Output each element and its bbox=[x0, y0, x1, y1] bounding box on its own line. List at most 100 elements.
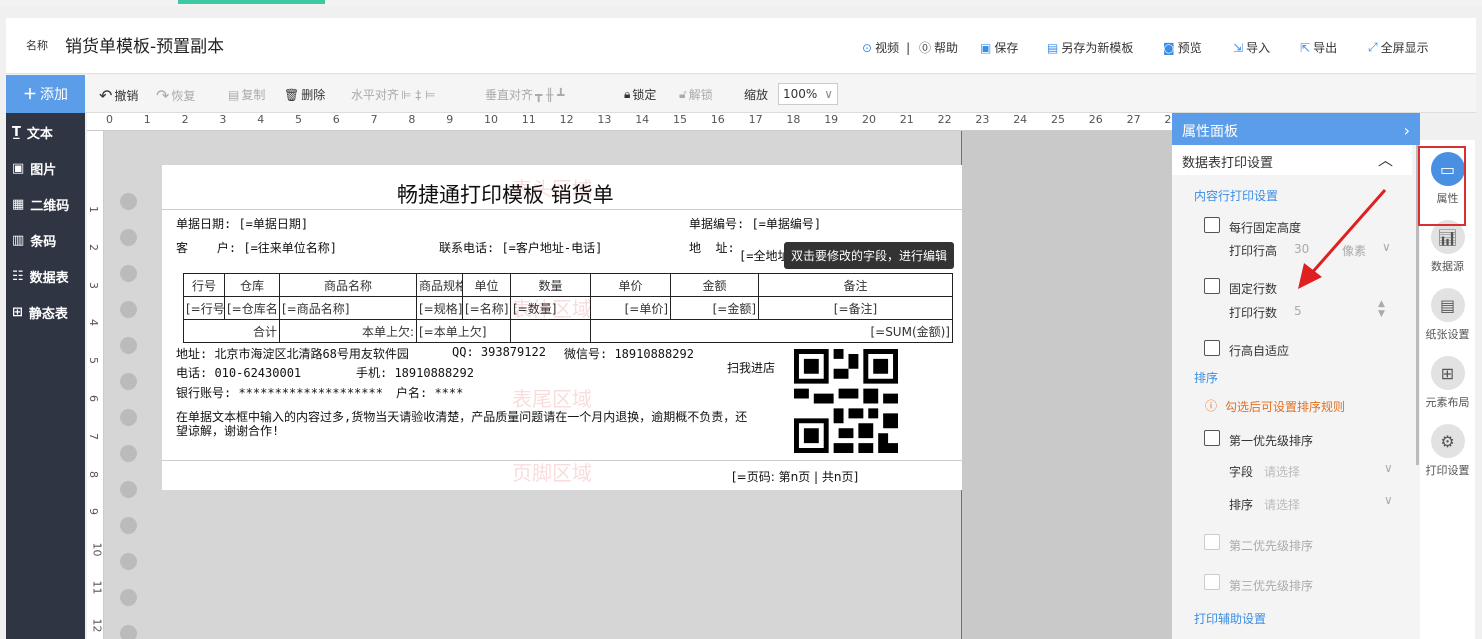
cell[interactable]: 合计 bbox=[183, 319, 280, 343]
cell[interactable]: [=金额] bbox=[670, 296, 759, 320]
label: 固定行数 bbox=[1229, 282, 1278, 296]
fixed-rows-checkbox[interactable] bbox=[1204, 278, 1220, 294]
cell[interactable]: 本单上欠: bbox=[279, 319, 417, 343]
header-cell[interactable]: 仓库 bbox=[224, 273, 280, 297]
rows-input[interactable]: 5 bbox=[1294, 304, 1302, 318]
qrcode-image[interactable] bbox=[794, 349, 898, 453]
section-header[interactable]: 数据表打印设置 ︿ bbox=[1172, 145, 1412, 175]
doc-date-field[interactable]: 单据日期: [=单据日期] bbox=[176, 215, 308, 232]
cell[interactable]: [=行号] bbox=[183, 296, 225, 320]
field-select[interactable]: 请选择 bbox=[1264, 463, 1300, 480]
header-cell[interactable]: 单价 bbox=[590, 273, 671, 297]
sidebar-item-text[interactable]: T̲ 文本 bbox=[12, 123, 53, 142]
unlock-button[interactable]: 🔓︎ 解锁 bbox=[679, 86, 713, 103]
cell[interactable]: [=数量] bbox=[510, 296, 591, 320]
active-tab-indicator[interactable] bbox=[178, 0, 325, 4]
cell[interactable]: [=商品名称] bbox=[279, 296, 417, 320]
export-button[interactable]: ⇱ 导出 bbox=[1300, 39, 1337, 56]
doc-title[interactable]: 畅捷通打印模板 销货单 bbox=[397, 179, 614, 209]
customer-field[interactable]: 客 户: [=往来单位名称] bbox=[176, 239, 337, 256]
header-cell[interactable]: 金额 bbox=[670, 273, 759, 297]
import-button[interactable]: ⇲ 导入 bbox=[1233, 39, 1270, 56]
video-button[interactable]: ⊙ 视频 | bbox=[862, 39, 910, 56]
print-page[interactable]: 表头区域 表体区域 表尾区域 页脚区域 畅捷通打印模板 销货单 单据日期: [=… bbox=[162, 165, 962, 490]
fixed-height-checkbox[interactable] bbox=[1204, 217, 1220, 233]
cell[interactable]: [=本单上欠] bbox=[416, 319, 511, 343]
page-number-field[interactable]: [=页码: 第n页 | 共n页] bbox=[732, 468, 858, 485]
phone-text[interactable]: 电话: 010-62430001 bbox=[176, 364, 301, 381]
wechat-text[interactable]: 微信号: 18910888292 bbox=[564, 345, 694, 362]
sidebar-item-qrcode[interactable]: ▦ 二维码 bbox=[12, 195, 69, 214]
tab-paper[interactable]: ▤ 纸张设置 bbox=[1420, 288, 1475, 342]
design-canvas[interactable]: 表头区域 表体区域 表尾区域 页脚区域 畅捷通打印模板 销货单 单据日期: [=… bbox=[104, 131, 1172, 639]
cell[interactable] bbox=[510, 319, 591, 343]
horizontal-align[interactable]: 水平对齐 ⊫ ‡ ⊨ bbox=[351, 86, 436, 103]
header-cell[interactable]: 备注 bbox=[758, 273, 953, 297]
note-text[interactable]: 在单据文本框中输入的内容过多,货物当天请验收清楚，产品质量问题请在一个月内退换，… bbox=[176, 410, 756, 438]
undo-button[interactable]: ↶ 撤销 bbox=[99, 86, 138, 105]
ruler-tick: 10 bbox=[90, 542, 104, 557]
header-cell[interactable]: 商品规格 bbox=[416, 273, 463, 297]
third-sort-checkbox[interactable] bbox=[1204, 574, 1220, 590]
auto-height-checkbox[interactable] bbox=[1204, 340, 1220, 356]
mobile-text[interactable]: 手机: 18910888292 bbox=[356, 364, 474, 381]
label: 帮助 bbox=[934, 41, 959, 55]
punch-hole bbox=[120, 625, 137, 639]
second-sort-checkbox[interactable] bbox=[1204, 534, 1220, 550]
preview-button[interactable]: ◙ 预览 bbox=[1163, 39, 1202, 56]
add-button[interactable]: ＋添加 bbox=[6, 75, 85, 113]
ruler-tick: 9 bbox=[446, 113, 454, 126]
help-button[interactable]: ⓪ 帮助 bbox=[919, 39, 958, 56]
element-sidebar: T̲ 文本 ▣ 图片 ▦ 二维码 ▥ 条码 ☷ 数据表 ⊞ 静态表 bbox=[6, 113, 85, 639]
ruler-tick: 14 bbox=[635, 113, 650, 126]
valign-icons: ┳ ╫ ┻ bbox=[535, 87, 565, 102]
address-label[interactable]: 地 址: bbox=[689, 239, 735, 256]
template-name[interactable]: 销货单模板-预置副本 bbox=[65, 32, 224, 57]
qq-text[interactable]: QQ: 393879122 bbox=[452, 345, 546, 359]
order-select[interactable]: 请选择 bbox=[1264, 496, 1300, 513]
tab-gear[interactable]: ⚙ 打印设置 bbox=[1420, 424, 1475, 478]
header-cell[interactable]: 行号 bbox=[183, 273, 225, 297]
vertical-align[interactable]: 垂直对齐 ┳ ╫ ┻ bbox=[485, 86, 564, 103]
copy-button[interactable]: ▤ 复制 bbox=[228, 86, 265, 103]
bank-text[interactable]: 银行账号: ******************** bbox=[176, 384, 383, 401]
save-button[interactable]: ▣ 保存 bbox=[980, 39, 1018, 56]
sidebar-item-static-table[interactable]: ⊞ 静态表 bbox=[12, 303, 68, 322]
contact-field[interactable]: 联系电话: [=客户地址-电话] bbox=[439, 239, 602, 256]
save-as-button[interactable]: ▤ 另存为新模板 bbox=[1047, 39, 1133, 56]
cell[interactable]: [=备注] bbox=[758, 296, 953, 320]
account-text[interactable]: 户名: **** bbox=[396, 384, 463, 401]
punch-hole bbox=[120, 481, 137, 498]
lock-button[interactable]: 🔒︎ 锁定 bbox=[624, 86, 656, 103]
punch-hole bbox=[120, 553, 137, 570]
label: 撤销 bbox=[114, 89, 139, 103]
ruler-tick: 2 bbox=[181, 113, 189, 126]
header-cell[interactable]: 数量 bbox=[510, 273, 591, 297]
fullscreen-button[interactable]: ⤢ 全屏显示 bbox=[1368, 39, 1429, 56]
sidebar-item-table[interactable]: ☷ 数据表 bbox=[12, 267, 69, 286]
tab-layout[interactable]: ⊞ 元素布局 bbox=[1420, 356, 1475, 410]
punch-hole bbox=[120, 589, 137, 606]
cell[interactable]: [=名称] bbox=[462, 296, 511, 320]
play-icon: ⊙ bbox=[862, 40, 873, 55]
header-cell[interactable]: 商品名称 bbox=[279, 273, 417, 297]
delete-button[interactable]: 🗑 删除 bbox=[284, 86, 325, 103]
zoom-select[interactable]: 100% ∨ bbox=[778, 83, 838, 105]
header-cell[interactable]: 单位 bbox=[462, 273, 511, 297]
stepper-icon[interactable]: ▲ ▼ bbox=[1378, 299, 1385, 319]
cell[interactable]: [=单价] bbox=[590, 296, 671, 320]
data-table[interactable]: 行号 仓库 商品名称 商品规格 单位 数量 单价 金额 备注 [=行号] [=仓… bbox=[183, 273, 953, 343]
sidebar-item-barcode[interactable]: ▥ 条码 bbox=[12, 231, 56, 250]
cell[interactable]: [=仓库名] bbox=[224, 296, 280, 320]
doc-number-field[interactable]: 单据编号: [=单据编号] bbox=[689, 215, 821, 232]
address-text[interactable]: 地址: 北京市海淀区北清路68号用友软件园 bbox=[176, 345, 409, 362]
tab-datasource[interactable]: 📊︎ 数据源 bbox=[1420, 220, 1475, 274]
cell[interactable]: [=规格] bbox=[416, 296, 463, 320]
scan-text[interactable]: 扫我进店 bbox=[727, 359, 775, 376]
chevron-right-icon[interactable]: › bbox=[1404, 121, 1410, 140]
redo-button[interactable]: ↷ 恢复 bbox=[156, 86, 195, 105]
sidebar-item-image[interactable]: ▣ 图片 bbox=[12, 159, 56, 178]
chevron-up-icon[interactable]: ︿ bbox=[1378, 149, 1393, 170]
first-sort-checkbox[interactable] bbox=[1204, 430, 1220, 446]
cell[interactable]: [=SUM(金额)] bbox=[590, 319, 953, 343]
